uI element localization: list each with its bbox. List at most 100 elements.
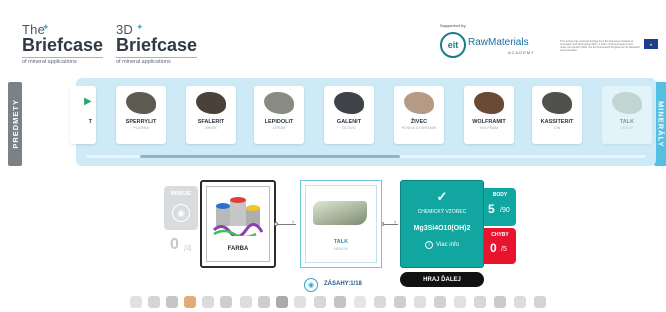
mineral-element: ZINOK — [205, 126, 217, 130]
mineral-element: CÍN — [553, 126, 561, 130]
academy-text: ACADEMY — [508, 50, 535, 55]
mineral-card[interactable]: T — [70, 86, 96, 144]
product-icon[interactable] — [514, 296, 526, 308]
tab-predmety[interactable]: PREDMETY — [8, 82, 22, 166]
mineral-element: OLOVO — [342, 126, 356, 130]
arrow-right-icon: › — [394, 219, 397, 226]
arrow-right-icon: › — [292, 219, 295, 226]
product-icon[interactable] — [130, 296, 142, 308]
product-icon[interactable] — [184, 296, 196, 308]
mineral-element: PLATINA — [133, 126, 149, 130]
sparkle-icon: ✦ — [136, 22, 144, 32]
mineral-card-kassiterit[interactable]: KASSITERIT CÍN — [532, 86, 582, 144]
mineral-name: TALK — [619, 119, 635, 125]
product-icon[interactable] — [294, 296, 306, 308]
mineral-name: ŽIVEC — [410, 119, 428, 125]
logo-subtitle: of mineral applications — [116, 57, 198, 65]
mineral-name: LEPIDOLIT — [264, 119, 294, 125]
product-icon[interactable] — [454, 296, 466, 308]
eu-flag-icon: ★ — [644, 39, 658, 49]
eit-logo: eit — [440, 32, 466, 58]
product-icon[interactable] — [314, 296, 326, 308]
mineral-card-sperrylit[interactable]: SPERRYLIT PLATINA — [116, 86, 166, 144]
product-card: FARBA — [200, 180, 276, 268]
rawmaterials-logo-text: RawMaterials — [468, 37, 529, 48]
mineral-element: LÍTIUM — [272, 126, 286, 130]
points-box: BODY 5 /90 — [484, 188, 516, 226]
mineral-card-lepidolit[interactable]: LEPIDOLIT LÍTIUM — [254, 86, 304, 144]
points-label: BODY — [492, 192, 508, 198]
product-icon[interactable] — [166, 296, 178, 308]
formula-value: Mg3Si4O10(OH)2 — [413, 225, 471, 232]
errors-label: CHYBY — [491, 232, 509, 238]
errors-box: CHYBY 0 /5 — [484, 228, 516, 264]
product-icon[interactable] — [474, 296, 486, 308]
product-icon[interactable] — [334, 296, 346, 308]
product-icon[interactable] — [374, 296, 386, 308]
product-icon[interactable] — [494, 296, 506, 308]
product-label: FARBA — [227, 246, 249, 252]
product-icon[interactable] — [202, 296, 214, 308]
mineral-element: HENOK — [333, 246, 349, 251]
points-value: 5 — [488, 202, 495, 216]
product-icon[interactable] — [414, 296, 426, 308]
mineral-name: GALENIT — [336, 119, 362, 125]
logo-title: Briefcase — [22, 35, 104, 55]
hint-count: 0 — [170, 236, 179, 253]
mineral-name: WOLFRAMIT — [472, 119, 506, 125]
mineral-name: KASSITERIT — [540, 119, 574, 125]
hint-label: INDÍCIE — [170, 191, 192, 197]
mineral-card-talk[interactable]: TALK HENOK — [602, 86, 652, 144]
product-icon-strip — [130, 296, 560, 310]
carousel-scroll-thumb[interactable] — [140, 155, 400, 158]
mineral-image — [196, 92, 226, 114]
play-next-button[interactable]: HRAJ ĎALEJ — [400, 272, 484, 287]
mineral-element: PLNIVÁ A KERAMIK — [401, 126, 437, 130]
mineral-image — [334, 92, 364, 114]
logo-subtitle: of mineral applications — [22, 57, 104, 65]
scroll-left-arrow-icon[interactable]: ▶ — [84, 96, 92, 107]
mineral-card-zivec[interactable]: ŽIVEC PLNIVÁ A KERAMIK — [394, 86, 444, 144]
mineral-card-wolframit[interactable]: WOLFRAMIT VOLFRÁM — [464, 86, 514, 144]
product-icon[interactable] — [534, 296, 546, 308]
mineral-image — [612, 92, 642, 114]
eu-funding-text: This activity has received funding from … — [560, 40, 641, 52]
product-icon[interactable] — [148, 296, 160, 308]
mineral-carousel: T SPERRYLIT PLATINA SFALERIT ZINOK LEPID… — [70, 78, 656, 166]
mineral-name: SFALERIT — [197, 119, 225, 125]
briefcase-logo[interactable]: The Briefcase of mineral applications — [22, 22, 104, 65]
logo-title: Briefcase — [116, 35, 198, 55]
tab-label: MINERÁLY — [656, 100, 666, 148]
mineral-element: VOLFRÁM — [479, 126, 499, 130]
mineral-card-sfalerit[interactable]: SFALERIT ZINOK — [186, 86, 236, 144]
supported-by-label: Supported by — [440, 23, 466, 28]
tab-label: PREDMETY — [10, 99, 20, 149]
product-icon[interactable] — [276, 296, 288, 308]
product-icon[interactable] — [434, 296, 446, 308]
mineral-card-galenit[interactable]: GALENIT OLOVO — [324, 86, 374, 144]
mineral-name: SPERRYLIT — [125, 119, 157, 125]
info-icon: i — [425, 241, 434, 249]
app-screen: The Briefcase of mineral applications ✦ … — [0, 0, 666, 312]
selected-mineral-card[interactable]: TALK HENOK — [300, 180, 382, 268]
errors-total: /5 — [501, 246, 507, 253]
product-icon[interactable] — [354, 296, 366, 308]
formula-card: ✓ CHEMICKÝ VZOREC Mg3Si4O10(OH)2 i Viac i… — [400, 180, 484, 268]
eye-icon: ◉ — [172, 204, 190, 222]
product-icon[interactable] — [394, 296, 406, 308]
product-icon[interactable] — [220, 296, 232, 308]
mineral-element: HENOK — [620, 126, 634, 130]
hits-counter: ZÁSAHY:1/18 — [324, 281, 362, 287]
product-icon[interactable] — [240, 296, 252, 308]
mineral-image — [542, 92, 572, 114]
mineral-name: TALK — [333, 239, 349, 245]
more-info-link[interactable]: i Viac info — [401, 241, 483, 249]
mineral-image — [404, 92, 434, 114]
checkmark-icon: ✓ — [436, 189, 448, 204]
3d-briefcase-logo[interactable]: 3D Briefcase of mineral applications — [116, 22, 198, 65]
hint-total: /4 — [184, 243, 192, 253]
mineral-image — [474, 92, 504, 114]
eye-icon: ◉ — [304, 278, 318, 292]
points-total: /90 — [500, 207, 510, 214]
product-icon[interactable] — [258, 296, 270, 308]
